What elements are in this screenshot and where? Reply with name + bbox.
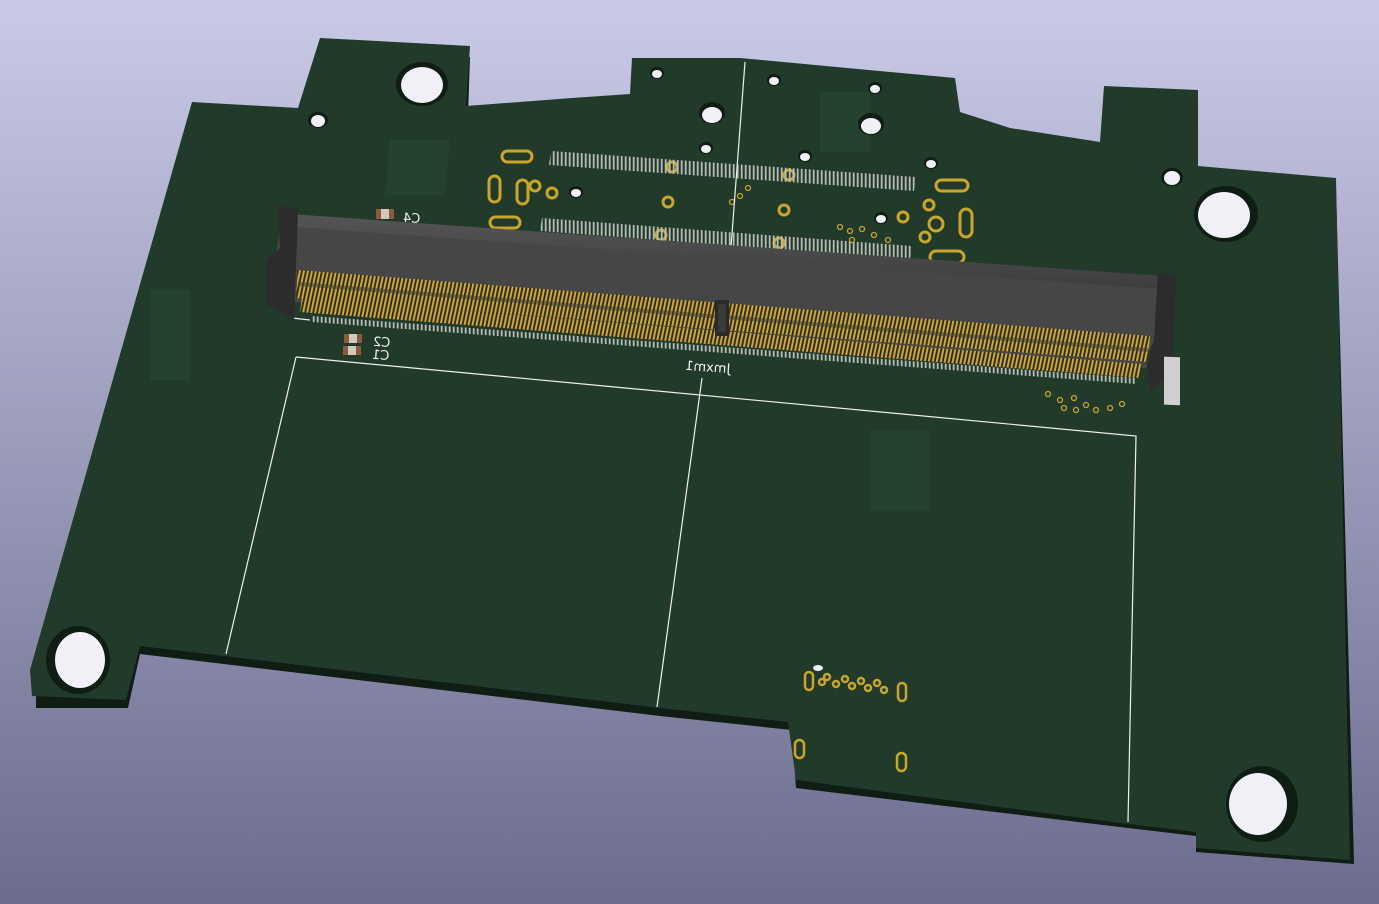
label-c4: C4 xyxy=(402,211,420,227)
label-c1: C1 xyxy=(371,348,389,364)
3d-viewer-canvas[interactable]: Jmxm1 C2 C1 C4 xyxy=(0,0,1379,904)
capacitor-c1 xyxy=(343,346,361,355)
label-jmxm1: Jmxm1 xyxy=(685,359,732,377)
capacitor-c2 xyxy=(344,334,362,343)
capacitor-c4 xyxy=(376,209,394,219)
pcb-3d-render[interactable]: Jmxm1 C2 C1 C4 xyxy=(0,0,1379,904)
